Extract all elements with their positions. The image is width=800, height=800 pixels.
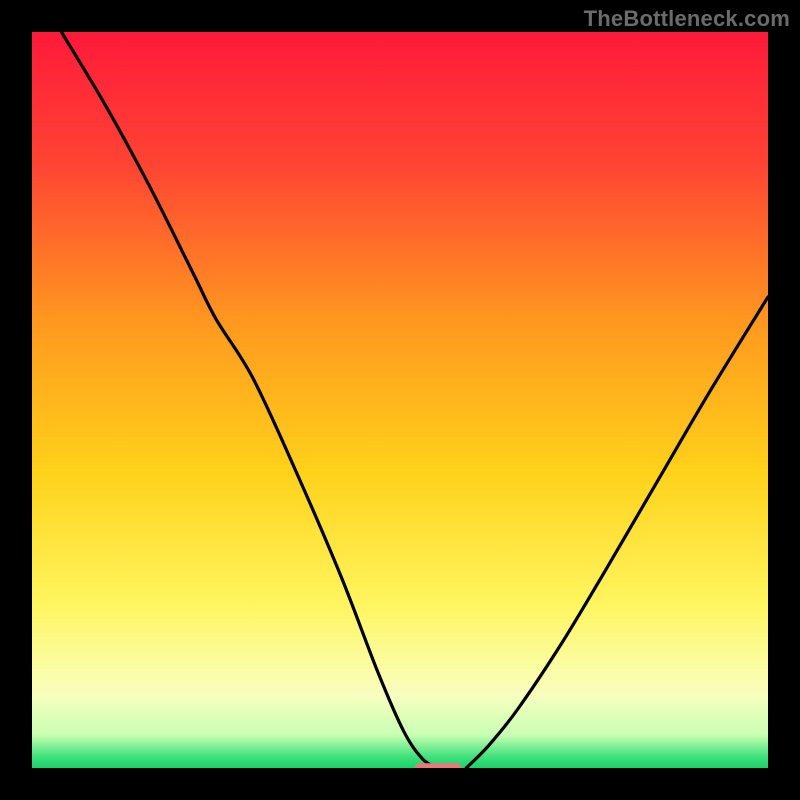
chart-frame: TheBottleneck.com — [0, 0, 800, 800]
bottleneck-chart — [32, 32, 768, 768]
optimum-marker — [415, 763, 461, 768]
watermark-text: TheBottleneck.com — [584, 6, 790, 32]
chart-plot-area — [32, 32, 768, 768]
gradient-background — [32, 32, 768, 768]
